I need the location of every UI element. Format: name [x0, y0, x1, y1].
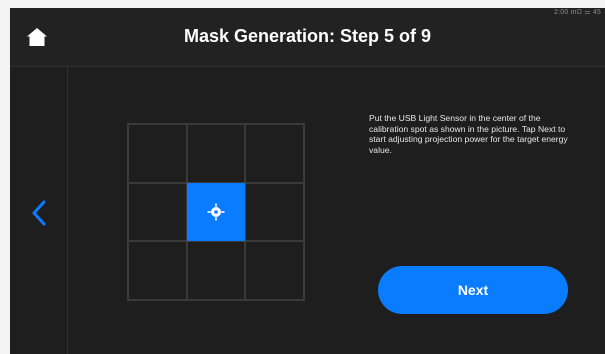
next-button[interactable]: Next [378, 266, 568, 314]
grid-cell [245, 241, 304, 300]
grid-cell [245, 182, 304, 242]
header-bar: Mask Generation: Step 5 of 9 2:00 mΩ ⚌ 4… [10, 8, 605, 67]
instruction-text: Put the USB Light Sensor in the center o… [369, 113, 568, 155]
grid-cell [186, 124, 246, 183]
page-title: Mask Generation: Step 5 of 9 [183, 26, 432, 46]
calibration-spot [186, 182, 246, 242]
grid-cell [245, 124, 304, 183]
status-bar-text: 2:00 mΩ ⚌ 45 [554, 9, 601, 16]
grid-cell [128, 182, 187, 242]
grid-cell [128, 124, 187, 183]
calibration-grid [127, 123, 305, 301]
grid-cell [186, 241, 246, 300]
grid-cell [128, 241, 187, 300]
chevron-left-icon [32, 200, 46, 226]
crosshair-target-icon [207, 203, 225, 221]
back-button[interactable] [24, 196, 54, 230]
sidebar-divider [67, 66, 68, 354]
device-screen: Mask Generation: Step 5 of 9 2:00 mΩ ⚌ 4… [10, 8, 605, 354]
